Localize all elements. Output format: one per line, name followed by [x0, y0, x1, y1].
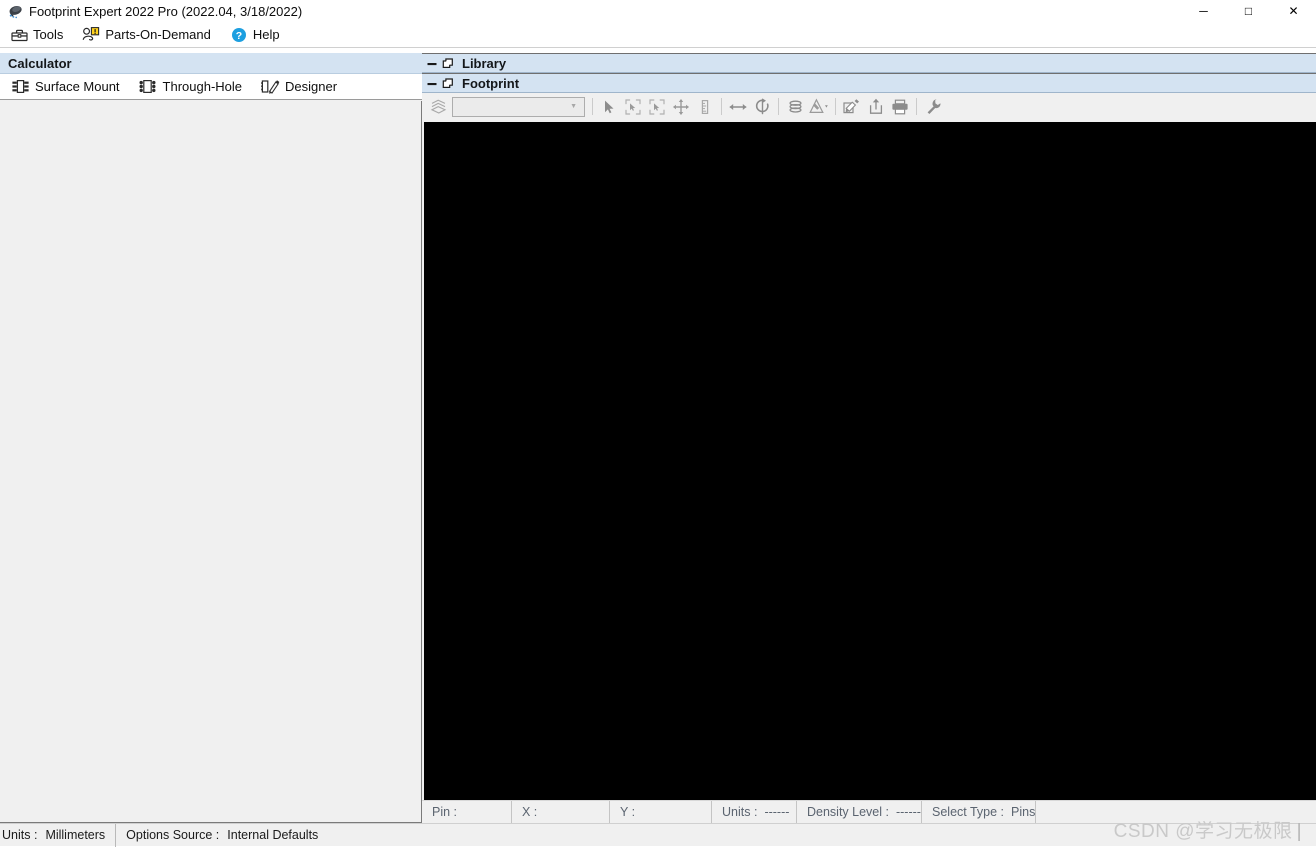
minimize-button[interactable]: ─: [1181, 0, 1226, 22]
app-status-options-label: Options Source :: [126, 828, 220, 842]
footprint-pane: Library Footprint ▼ Pin: X: Y: Units …: [422, 53, 1316, 824]
menu-label-tools: Tools: [33, 27, 64, 42]
footprint-panel-header[interactable]: Footprint: [422, 73, 1316, 93]
designer-pencil-icon: [260, 79, 280, 95]
window-title: Footprint Expert 2022 Pro (2022.04, 3/18…: [29, 3, 303, 19]
through-hole-icon: [138, 79, 158, 95]
calculator-panel-title: Calculator: [8, 55, 72, 71]
calculator-panel-caption: Calculator: [0, 53, 422, 74]
footprint-panel-title: Footprint: [462, 75, 520, 91]
wrench-settings-icon[interactable]: [921, 96, 945, 118]
toolbox-icon: [10, 27, 28, 43]
status-x-label: X :: [522, 805, 538, 819]
layers-stack-icon[interactable]: [426, 96, 450, 118]
status-y: Y :: [610, 800, 712, 824]
calculator-toolbar: Surface Mount Through-Hole Designer: [0, 74, 422, 100]
library-restore-window-icon[interactable]: [440, 55, 456, 71]
layers-icon[interactable]: [783, 96, 807, 118]
rotate-icon[interactable]: [750, 96, 774, 118]
app-status-bar: Units : Millimeters Options Source : Int…: [0, 823, 1316, 847]
menu-item-help[interactable]: ? Help: [230, 23, 289, 47]
surface-mount-button[interactable]: Surface Mount: [10, 75, 120, 99]
designer-label: Designer: [285, 79, 338, 94]
footprint-expert-icon: [6, 2, 24, 20]
status-density-label: Density Level :: [807, 805, 889, 819]
draw-tool-icon[interactable]: [807, 96, 831, 118]
library-panel-title: Library: [462, 55, 507, 71]
calculator-panel-body: [0, 101, 422, 823]
footprint-restore-window-icon[interactable]: [440, 75, 456, 91]
status-select-type-value: Pins: [1011, 805, 1036, 819]
menu-bar: Tools Parts-On-Demand ? Help: [0, 22, 1316, 48]
svg-text:?: ?: [236, 30, 242, 42]
status-units-value: ------: [764, 805, 790, 819]
status-x: X :: [512, 800, 610, 824]
help-circle-icon: ?: [230, 27, 248, 43]
status-pin-label: Pin :: [432, 805, 458, 819]
toolbar-separator: [592, 98, 593, 115]
menu-label-help: Help: [252, 27, 280, 42]
select-arrow-icon[interactable]: [597, 96, 621, 118]
library-panel-header[interactable]: Library: [422, 53, 1316, 73]
footprint-select-combo[interactable]: ▼: [452, 96, 585, 117]
designer-button[interactable]: Designer: [260, 75, 337, 99]
footprint-canvas[interactable]: [424, 122, 1316, 800]
footprint-toolbar: ▼: [422, 93, 1316, 120]
library-minimize-icon[interactable]: [424, 55, 440, 71]
title-bar: Footprint Expert 2022 Pro (2022.04, 3/18…: [0, 0, 1316, 22]
status-units: Units : ------: [712, 800, 797, 824]
toolbar-separator-5: [916, 98, 917, 115]
parts-on-demand-icon: [82, 27, 100, 43]
export-icon[interactable]: [864, 96, 888, 118]
status-density-value: ------: [895, 805, 921, 819]
menu-item-tools[interactable]: Tools: [10, 23, 72, 47]
footprint-minimize-icon[interactable]: [424, 75, 440, 91]
toolbar-separator-4: [835, 98, 836, 115]
print-icon[interactable]: [888, 96, 912, 118]
measure-icon[interactable]: [693, 96, 717, 118]
menu-label-parts-on-demand: Parts-On-Demand: [105, 27, 211, 42]
footprint-status-bar: Pin : X : Y : Units : ------ Density Lev…: [422, 800, 1316, 824]
calculator-pane: Calculator Surface Mount Through-Hole De…: [0, 53, 422, 823]
status-filler: [1036, 801, 1316, 824]
maximize-button[interactable]: □: [1226, 0, 1271, 22]
through-hole-button[interactable]: Through-Hole: [138, 75, 243, 99]
app-status-units: Units : Millimeters: [0, 823, 117, 847]
workspace: Calculator Surface Mount Through-Hole De…: [0, 53, 1316, 824]
toolbar-separator-2: [721, 98, 722, 115]
toolbar-separator-3: [778, 98, 779, 115]
edit-pad-icon[interactable]: [840, 96, 864, 118]
app-status-options-source: Options Source : Internal Defaults: [116, 824, 328, 847]
status-units-label: Units :: [722, 805, 758, 819]
zoom-window-icon[interactable]: [645, 96, 669, 118]
app-status-options-value: Internal Defaults: [227, 828, 319, 842]
pan-move-icon[interactable]: [669, 96, 693, 118]
zoom-fit-icon[interactable]: [621, 96, 645, 118]
surface-mount-label: Surface Mount: [35, 79, 120, 94]
flip-horizontal-icon[interactable]: [726, 96, 750, 118]
menu-item-parts-on-demand[interactable]: Parts-On-Demand: [82, 23, 219, 47]
status-pin: Pin :: [422, 800, 512, 824]
status-select-type: Select Type : Pins: [922, 800, 1036, 824]
through-hole-label: Through-Hole: [162, 79, 243, 94]
app-status-units-label: Units :: [2, 828, 38, 842]
status-density-level: Density Level : ------: [797, 800, 922, 824]
chevron-down-icon: ▼: [570, 103, 577, 110]
status-select-type-label: Select Type :: [932, 805, 1005, 819]
close-button[interactable]: ✕: [1271, 0, 1316, 22]
window-controls: ─ □ ✕: [1181, 0, 1316, 22]
surface-mount-icon: [10, 79, 30, 95]
status-y-label: Y :: [620, 805, 636, 819]
app-status-units-value: Millimeters: [45, 828, 106, 842]
